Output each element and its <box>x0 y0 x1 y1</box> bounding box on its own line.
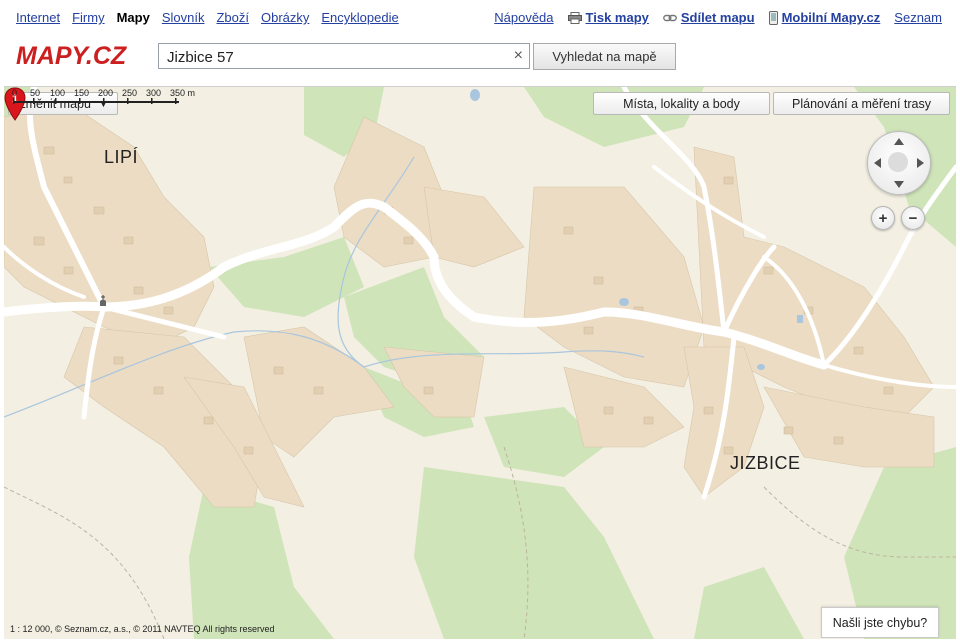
share-map-link[interactable]: Sdílet mapu <box>681 10 755 25</box>
print-map-link[interactable]: Tisk mapy <box>586 10 649 25</box>
scale-tick-250: 250 <box>122 88 137 98</box>
mobile-map-link[interactable]: Mobilní Mapy.cz <box>782 10 881 25</box>
logo-graphic: MAPY.CZ <box>16 42 128 70</box>
map-canvas[interactable]: Změnit mapu ▼ Místa, lokality a body Plá… <box>4 86 956 639</box>
place-label-lipi: LIPÍ <box>104 147 139 167</box>
scale-tick-200: 200 <box>98 88 113 98</box>
print-map-link-wrap[interactable]: Tisk mapy <box>567 10 649 25</box>
pond-east <box>757 364 765 370</box>
nav-link-encyklopedie[interactable]: Encyklopedie <box>321 10 398 25</box>
logo-text: MAPY.CZ <box>16 42 128 70</box>
scale-tick-50: 50 <box>30 88 40 98</box>
nav-link-obrazky[interactable]: Obrázky <box>261 10 309 25</box>
scale-tick-100: 100 <box>50 88 65 98</box>
top-navigation: Internet Firmy Mapy Slovník Zboží Obrázk… <box>0 0 960 34</box>
help-link[interactable]: Nápověda <box>494 10 553 25</box>
utility-links: Nápověda Tisk mapy Sdílet mapu Mobilní M… <box>494 10 942 25</box>
mobile-phone-icon <box>768 10 778 25</box>
mobile-map-link-wrap[interactable]: Mobilní Mapy.cz <box>768 10 881 25</box>
pan-up-arrow-icon[interactable] <box>894 138 904 145</box>
pan-center[interactable] <box>888 152 908 172</box>
zoom-out-button[interactable]: − <box>901 206 925 230</box>
search-input[interactable] <box>165 47 499 67</box>
seznam-link[interactable]: Seznam <box>894 10 942 25</box>
nav-link-zbozi[interactable]: Zboží <box>216 10 249 25</box>
pan-right-arrow-icon[interactable] <box>917 158 924 168</box>
service-links: Internet Firmy Mapy Slovník Zboží Obrázk… <box>16 10 399 25</box>
report-error-button[interactable]: Našli jste chybu? <box>821 607 939 638</box>
search-box[interactable]: × <box>158 43 530 69</box>
clear-search-icon[interactable]: × <box>514 47 523 65</box>
places-button[interactable]: Místa, lokality a body <box>593 92 770 115</box>
scale-bar: 0 50 100 150 200 250 300 350 m <box>12 88 195 104</box>
pond-center <box>619 298 629 306</box>
share-map-link-wrap[interactable]: Sdílet mapu <box>662 10 755 25</box>
pan-down-arrow-icon[interactable] <box>894 181 904 188</box>
scale-tick-150: 150 <box>74 88 89 98</box>
pan-left-arrow-icon[interactable] <box>874 158 881 168</box>
scale-tick-0: 0 <box>12 88 17 98</box>
pan-control[interactable] <box>867 131 931 195</box>
route-planning-button[interactable]: Plánování a měření trasy <box>773 92 950 115</box>
nav-link-internet[interactable]: Internet <box>16 10 60 25</box>
nav-link-firmy[interactable]: Firmy <box>72 10 105 25</box>
search-on-map-button[interactable]: Vyhledat na mapě <box>533 43 676 70</box>
pool <box>797 315 803 323</box>
church-icon <box>100 295 106 306</box>
zoom-in-button[interactable]: + <box>871 206 895 230</box>
nav-link-mapy[interactable]: Mapy <box>117 10 150 25</box>
pond-north <box>470 89 480 101</box>
link-chain-icon <box>662 14 677 21</box>
map-tiles <box>4 87 956 639</box>
map-copyright: 1 : 12 000, © Seznam.cz, a.s., © 2011 NA… <box>10 624 275 634</box>
scale-tick-350: 350 m <box>170 88 195 98</box>
nav-link-slovnik[interactable]: Slovník <box>162 10 205 25</box>
printer-icon <box>567 11 582 24</box>
mapy-cz-logo[interactable]: MAPY.CZ <box>16 40 141 70</box>
place-label-jizbice: JIZBICE <box>730 453 801 473</box>
scale-tick-300: 300 <box>146 88 161 98</box>
